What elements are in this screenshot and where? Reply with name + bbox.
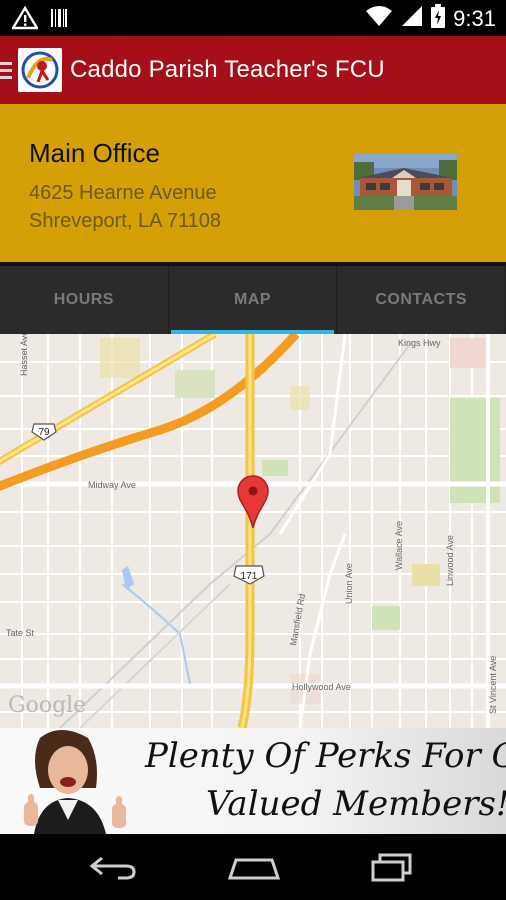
street-label-wallace-ave: Wallace Ave [394,521,404,570]
warning-icon [10,5,40,35]
route-shield-171: 171 [241,571,258,582]
status-bar: 9:31 [0,0,506,36]
street-label-hasset-ave: Hasset Ave [19,334,29,376]
action-bar: Caddo Parish Teacher's FCU [0,36,506,104]
map-attribution: Google [8,693,86,718]
office-header: Main Office 4625 Hearne Avenue Shrevepor… [0,104,506,262]
battery-icon [431,4,446,33]
wifi-icon [365,5,393,32]
back-icon[interactable] [88,854,138,885]
street-label-tate-st: Tate St [6,628,35,638]
home-icon[interactable] [226,854,282,885]
promo-banner[interactable]: Plenty Of Perks For Our Valued Members! [0,728,506,834]
street-label-st-vincent-ave: St Vincent Ave [488,656,498,714]
street-label-union-ave: Union Ave [344,563,354,604]
office-address-line2: Shreveport, LA 71108 [29,210,221,232]
recent-apps-icon[interactable] [370,852,414,887]
tab-contacts[interactable]: CONTACTS [337,266,506,334]
banner-person-image [0,728,140,834]
office-photo[interactable] [354,154,457,210]
street-label-linwood-ave: Linwood Ave [445,535,455,586]
street-label-mansfield-rd: Mansfield Rd [288,593,307,646]
street-label-kings-hwy: Kings Hwy [398,338,441,348]
office-address-line1: 4625 Hearne Avenue [29,182,217,204]
tab-map[interactable]: MAP [169,266,338,334]
route-shield-79: 79 [38,427,50,438]
navigation-bar [0,834,506,900]
street-label-midway-ave: Midway Ave [88,480,136,490]
banner-line1: Plenty Of Perks For Our [145,736,506,776]
menu-icon[interactable] [0,61,12,79]
clock: 9:31 [453,5,496,31]
app-title: Caddo Parish Teacher's FCU [70,56,385,83]
office-name: Main Office [29,138,161,168]
barcode-icon [50,6,68,35]
banner-line2: Valued Members! [206,784,506,824]
tab-bar: HOURS MAP CONTACTS [0,266,506,334]
tab-hours[interactable]: HOURS [0,266,169,334]
location-pin-icon[interactable] [236,474,270,535]
app-logo[interactable] [18,48,62,92]
street-label-hollywood-ave: Hollywood Ave [292,682,351,692]
map-view[interactable]: 79 171 Kings Hwy Hasset Ave Midway Ave T… [0,334,506,728]
signal-icon [401,5,423,32]
